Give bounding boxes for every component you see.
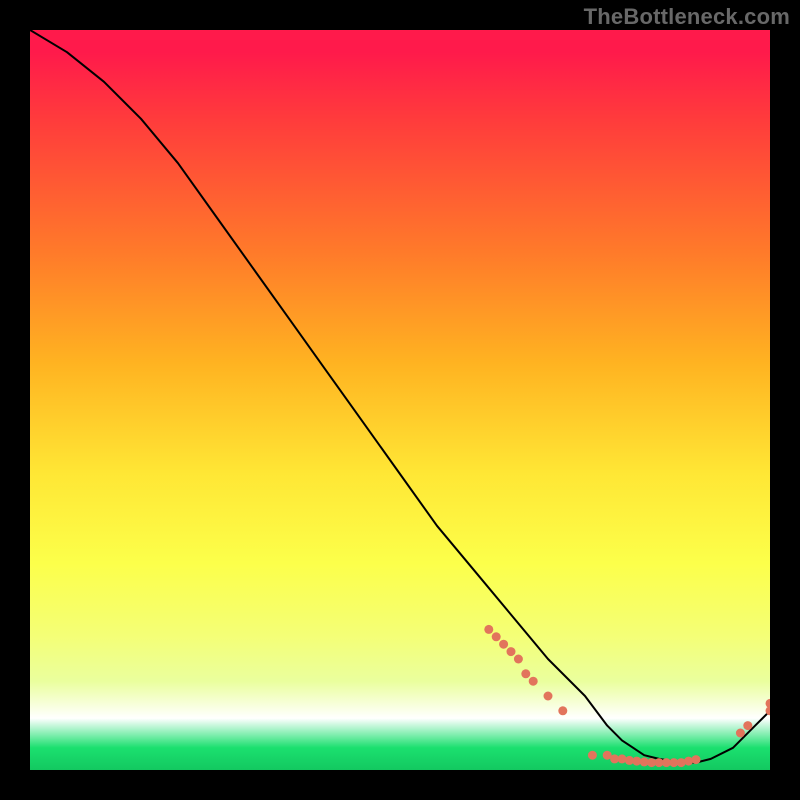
data-point [507,647,516,656]
data-point [514,655,523,664]
chart-frame: TheBottleneck.com [0,0,800,800]
data-point [492,632,501,641]
data-point [484,625,493,634]
data-point [766,699,771,708]
data-point [544,692,553,701]
data-point [588,751,597,760]
data-point [499,640,508,649]
data-point [692,755,701,764]
watermark-label: TheBottleneck.com [584,4,790,30]
data-point [618,754,627,763]
data-point [736,729,745,738]
data-point [529,677,538,686]
data-points-group [484,625,770,767]
bottleneck-curve-line [30,30,770,763]
data-point [684,757,693,766]
data-point [558,706,567,715]
data-point [743,721,752,730]
chart-svg [30,30,770,770]
data-point [521,669,530,678]
data-point [677,758,686,767]
